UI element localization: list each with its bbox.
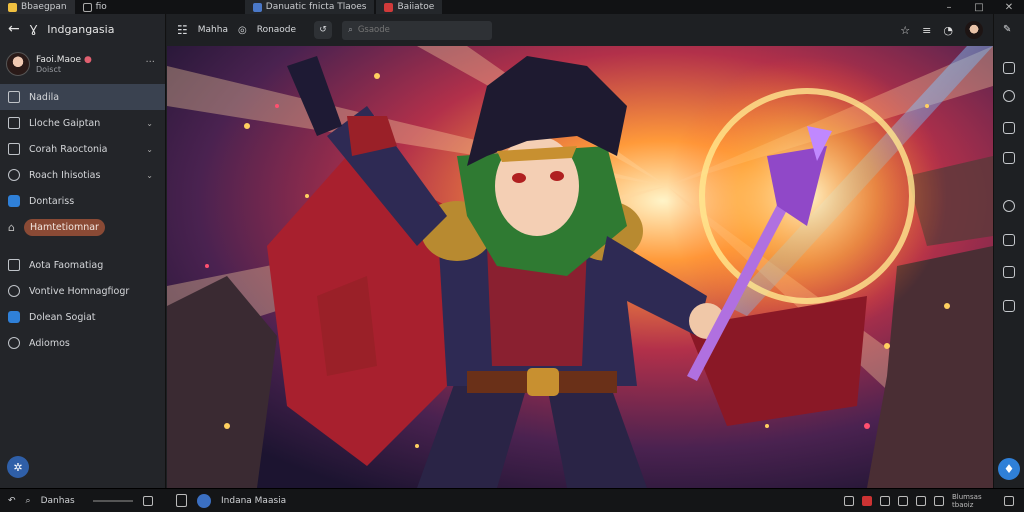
heart-icon: ●	[83, 54, 92, 65]
image-icon[interactable]	[898, 495, 908, 506]
page-icon[interactable]	[176, 494, 187, 507]
list-icon[interactable]	[1003, 266, 1015, 278]
status-right-label: Blumsas tbaoiz	[952, 492, 982, 509]
sidebar-item-lloche[interactable]: Lloche Gaiptan ⌄	[0, 110, 165, 136]
logo-icon: Ɣ	[29, 22, 38, 36]
search-icon: ⌕	[348, 25, 353, 35]
record-icon[interactable]	[862, 495, 872, 506]
sidebar-item-dolean[interactable]: Dolean Sogiat	[0, 304, 165, 330]
status-bar: ↶ ⌕ Danhas Indana Maasia Blumsas tbaoiz	[0, 488, 1024, 512]
fit-icon[interactable]	[142, 495, 153, 506]
minimize-icon[interactable]: –	[934, 2, 964, 13]
chevron-down-icon[interactable]: ⌄	[146, 119, 153, 128]
right-rail: ✎ ♦	[993, 14, 1024, 488]
clock-icon	[8, 169, 20, 181]
blue-square-icon	[8, 311, 20, 323]
pen-icon[interactable]	[880, 495, 890, 506]
sidebar-title: Indgangasia	[47, 22, 115, 36]
tab-fio[interactable]: fio	[75, 0, 115, 14]
window-icon	[82, 2, 92, 12]
home-icon: ⌂	[8, 220, 15, 234]
chevron-down-icon[interactable]: ⌄	[146, 145, 153, 154]
sidebar: ← Ɣ Indgangasia Faoi.Maoe ● Doisct ··· N…	[0, 14, 166, 488]
status-left-label: Danhas	[40, 495, 75, 506]
app-icon	[8, 2, 17, 12]
search-box[interactable]: ⌕	[342, 20, 493, 40]
undo-icon[interactable]: ↶	[8, 496, 16, 506]
avatar[interactable]	[6, 52, 30, 76]
back-arrow-icon[interactable]: ←	[8, 21, 20, 37]
edit-icon[interactable]: ✎	[1003, 24, 1011, 35]
user-subtitle: Doisct	[36, 64, 61, 74]
compass-button[interactable]: ✲	[7, 456, 29, 478]
document-title: Indana Maasia	[221, 495, 287, 506]
sidebar-item-roach[interactable]: Roach Ihisotias ⌄	[0, 162, 165, 188]
maximize-icon[interactable]: □	[964, 2, 994, 13]
refresh-button[interactable]: ↺	[314, 21, 333, 39]
document-avatar-icon	[197, 493, 211, 508]
blue-app-icon	[8, 195, 20, 207]
tab-bbaegpan[interactable]: Bbaegpan	[0, 0, 75, 14]
avatar[interactable]	[965, 21, 983, 39]
chat-icon	[8, 143, 20, 155]
sidebar-item-dontariss[interactable]: Dontariss	[0, 188, 165, 214]
grid-icon[interactable]	[1003, 300, 1015, 312]
sidebar-item-aota[interactable]: Aota Faomatiag	[0, 252, 165, 278]
toolbar: ☷ Mahha ◎ Ronaode ↺ ⌕ ☆ ≡ ◔	[167, 14, 993, 46]
sidebar-item-hamtetiomnar[interactable]: ⌂ Hamtetiomnar	[0, 214, 165, 240]
book-icon[interactable]	[934, 495, 944, 506]
zoom-slider[interactable]	[92, 499, 133, 502]
star-icon[interactable]: ☆	[900, 24, 910, 37]
search-icon[interactable]: ⌕	[26, 496, 31, 506]
status-label[interactable]: Ronaode	[257, 25, 296, 35]
camera-icon[interactable]	[844, 495, 854, 506]
menu-icon[interactable]: ≡	[922, 24, 931, 37]
artwork-canvas[interactable]	[167, 46, 993, 488]
page-icon	[8, 91, 20, 103]
document-icon	[8, 259, 20, 271]
window-controls: – □ ✕	[934, 2, 1024, 13]
image-icon	[252, 2, 262, 12]
close-icon[interactable]: ✕	[994, 2, 1024, 13]
chevron-down-icon[interactable]: ⌄	[146, 171, 153, 180]
panel-icon[interactable]	[1003, 62, 1015, 74]
sidebar-item-adiomos[interactable]: Adiomos	[0, 330, 165, 356]
play-icon[interactable]: ◔	[943, 24, 953, 37]
more-icon[interactable]: ···	[145, 57, 155, 68]
grid-view-icon[interactable]: ☷	[177, 23, 188, 37]
status-circle-icon: ◎	[237, 24, 247, 36]
monitor-icon[interactable]	[1003, 152, 1015, 164]
chat-icon[interactable]	[916, 495, 926, 506]
sidebar-item-nadila[interactable]: Nadila	[0, 84, 165, 110]
user-name: Faoi.Maoe	[36, 54, 82, 65]
red-icon	[384, 2, 394, 12]
user-icon[interactable]	[1003, 90, 1015, 102]
sidebar-item-corah[interactable]: Corah Raoctonia ⌄	[0, 136, 165, 162]
tab-danuatic[interactable]: Danuatic fnicta Tlaoes	[244, 0, 375, 14]
circle-icon	[8, 285, 20, 297]
tab-baiiatoe[interactable]: Baiiatoe	[376, 0, 443, 14]
sidebar-item-vontive[interactable]: Vontive Homnagfiogr	[0, 278, 165, 304]
refresh-icon[interactable]	[1003, 200, 1015, 212]
copy-icon[interactable]	[1003, 234, 1015, 246]
panel-toggle-icon[interactable]	[1004, 495, 1014, 506]
view-label[interactable]: Mahha	[198, 25, 228, 35]
settings-icon	[8, 337, 20, 349]
layers-icon[interactable]	[1003, 122, 1015, 134]
title-bar: Bbaegpan fio Danuatic fnicta Tlaoes Baii…	[0, 0, 1024, 14]
sidebar-header: ← Ɣ Indgangasia	[0, 14, 165, 44]
assistant-button[interactable]: ♦	[998, 458, 1020, 480]
search-input[interactable]	[357, 25, 478, 35]
anime-hero-illustration	[167, 46, 993, 488]
shield-icon	[8, 117, 20, 129]
user-profile[interactable]: Faoi.Maoe ● Doisct ···	[0, 44, 165, 84]
